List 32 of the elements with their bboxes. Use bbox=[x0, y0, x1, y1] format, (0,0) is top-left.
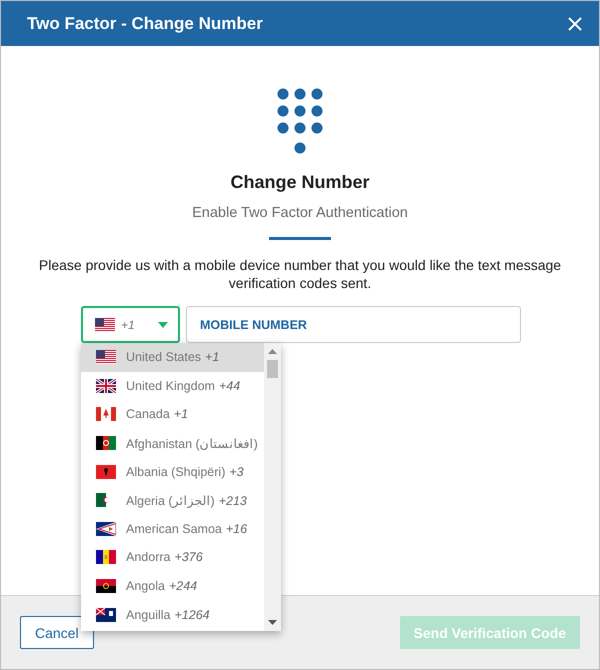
country-option[interactable]: Canada +1 bbox=[81, 400, 264, 429]
scroll-up-icon[interactable] bbox=[268, 349, 277, 354]
country-option[interactable]: American Samoa +16 bbox=[81, 514, 264, 544]
flag-icon bbox=[96, 407, 116, 422]
cancel-button[interactable]: Cancel bbox=[20, 616, 94, 649]
close-icon[interactable] bbox=[567, 16, 583, 32]
country-option[interactable]: Andorra +376 bbox=[81, 543, 264, 572]
mobile-number-field[interactable]: MOBILE NUMBER bbox=[186, 306, 521, 343]
window-title: Two Factor - Change Number bbox=[27, 14, 263, 34]
country-option[interactable]: United Kingdom +44 bbox=[81, 372, 264, 400]
heading: Change Number bbox=[230, 172, 370, 193]
flag-icon bbox=[96, 350, 116, 364]
flag-icon bbox=[96, 464, 116, 479]
flag-icon bbox=[96, 436, 116, 450]
keypad-icon bbox=[277, 88, 323, 154]
flag-icon bbox=[96, 522, 116, 536]
instruction-text: Please provide us with a mobile device number that you would like the text message verification codes sent. bbox=[38, 256, 562, 292]
flag-icon bbox=[95, 318, 115, 332]
flag-icon bbox=[96, 550, 116, 564]
flag-icon bbox=[96, 579, 116, 594]
flag-icon bbox=[96, 608, 116, 622]
scrollbar[interactable] bbox=[264, 343, 281, 631]
scroll-down-icon[interactable] bbox=[268, 620, 277, 625]
country-select[interactable]: +1 bbox=[81, 306, 180, 343]
country-option[interactable]: Angola +244 bbox=[81, 572, 264, 600]
flag-icon bbox=[96, 378, 116, 393]
subtitle: Enable Two Factor Authentication bbox=[192, 205, 408, 221]
scroll-thumb[interactable] bbox=[267, 360, 278, 378]
country-option[interactable]: Afghanistan (افغانستان) bbox=[81, 428, 264, 458]
country-option[interactable]: Albania (Shqipëri) +3 bbox=[81, 457, 264, 486]
country-option[interactable]: United States +1 bbox=[81, 343, 264, 372]
caret-icon bbox=[158, 322, 168, 328]
